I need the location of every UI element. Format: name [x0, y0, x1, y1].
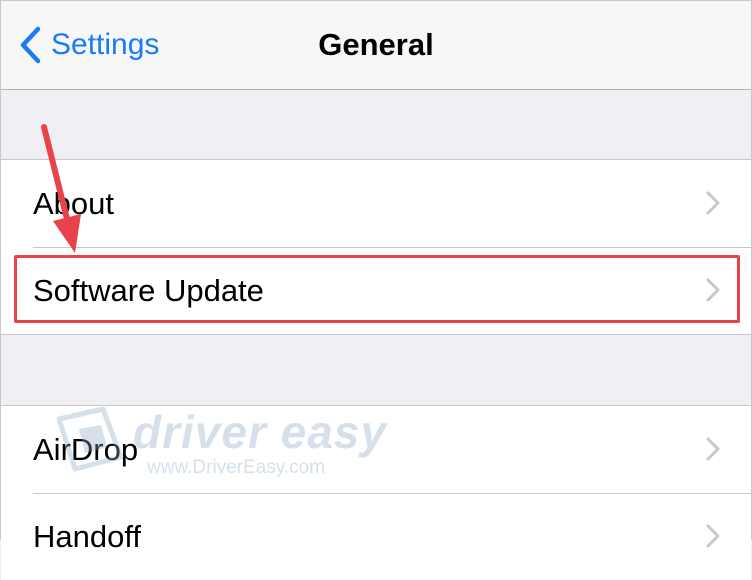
- row-airdrop[interactable]: AirDrop: [1, 406, 751, 493]
- settings-group-2: AirDrop Handoff: [1, 405, 751, 580]
- chevron-right-icon: [705, 436, 721, 467]
- row-about[interactable]: About: [1, 160, 751, 247]
- highlight-box: [14, 255, 740, 323]
- row-label: Handoff: [33, 518, 142, 554]
- red-arrow-icon: [31, 119, 91, 264]
- row-handoff[interactable]: Handoff: [1, 493, 751, 580]
- chevron-right-icon: [705, 190, 721, 221]
- navigation-bar: Settings General: [1, 1, 751, 90]
- row-label: AirDrop: [33, 431, 139, 467]
- page-title: General: [318, 27, 434, 62]
- chevron-right-icon: [705, 523, 721, 554]
